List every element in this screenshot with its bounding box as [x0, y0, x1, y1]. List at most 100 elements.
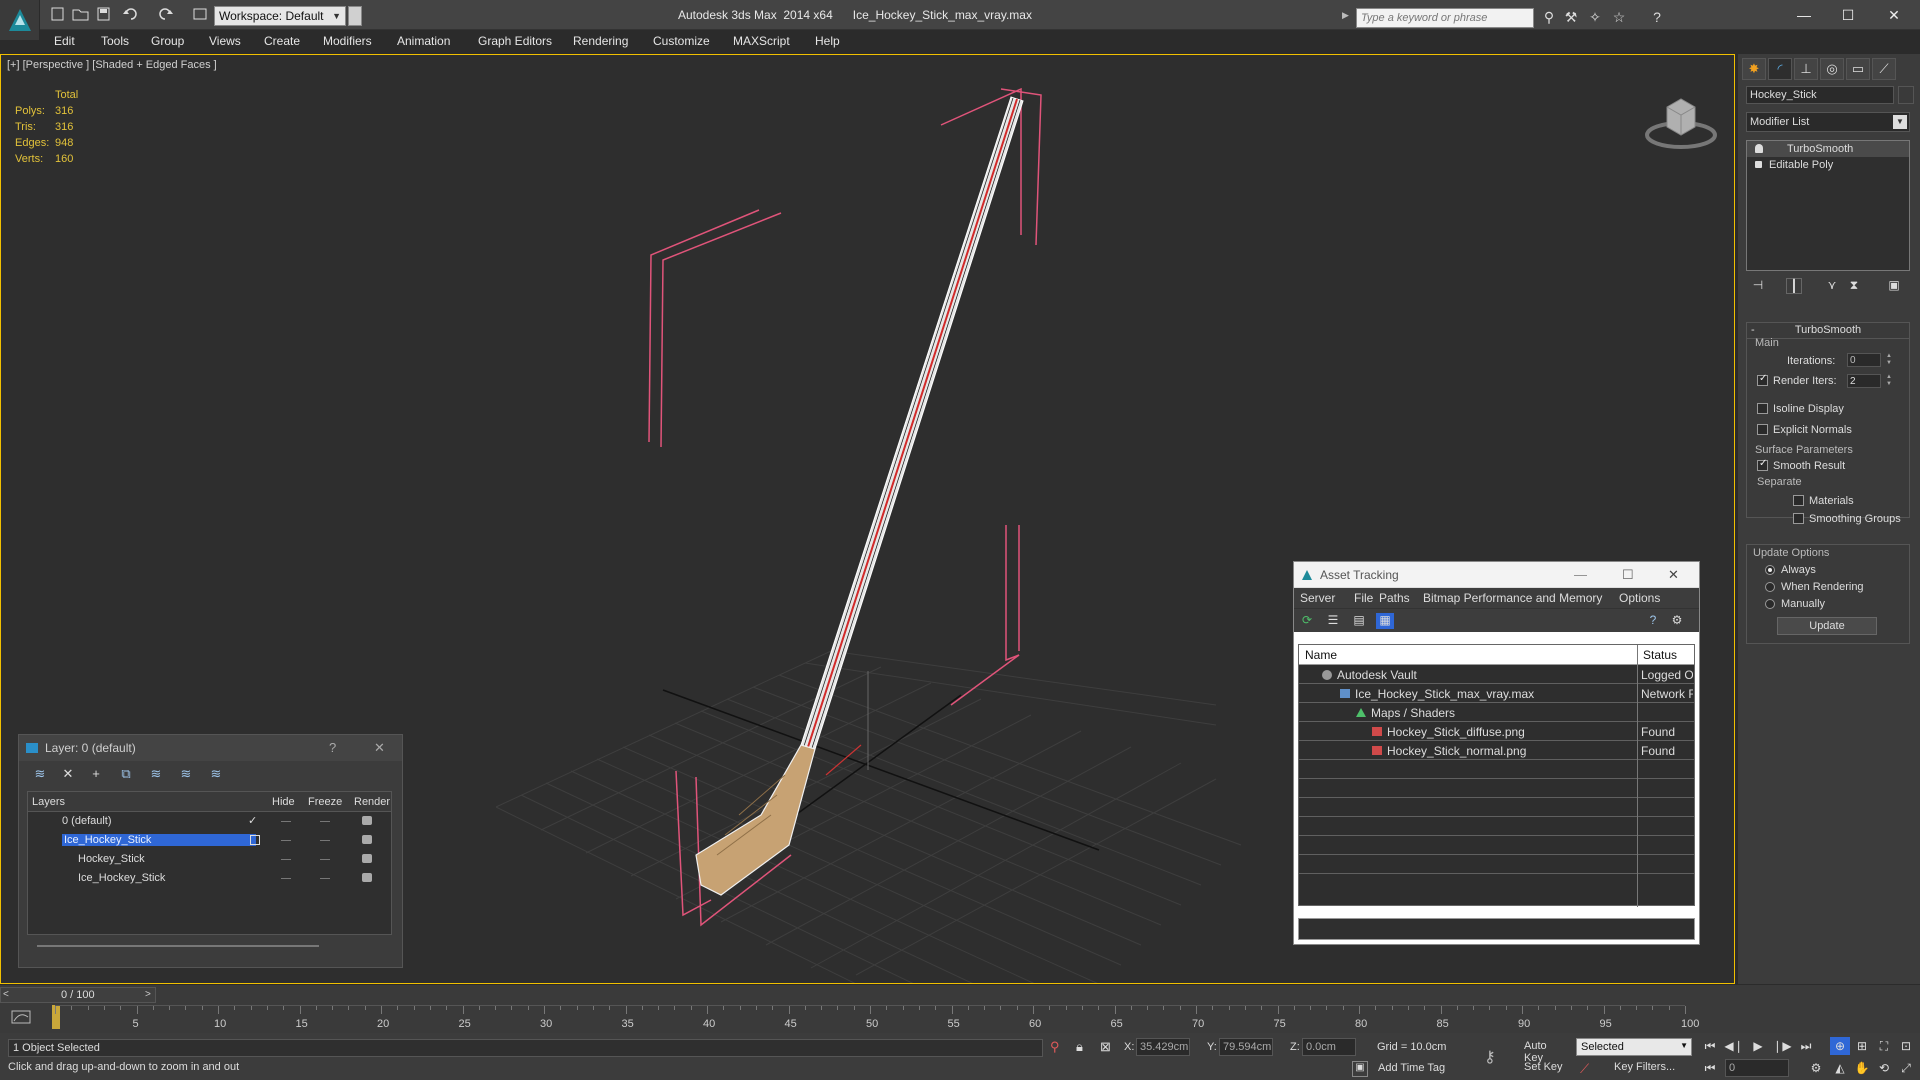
render-iters-spinner[interactable]: 2 — [1847, 374, 1881, 388]
time-tag-icon[interactable]: ▣ — [1352, 1061, 1368, 1077]
favorites-star-icon[interactable]: ☆ — [1610, 9, 1628, 25]
freeze-toggle[interactable] — [320, 821, 330, 822]
render-iters-checkbox[interactable] — [1757, 373, 1768, 386]
isolate-selection-icon[interactable]: ⚲ — [1050, 1039, 1060, 1055]
layer-window-titlebar[interactable]: Layer: 0 (default) ? ✕ — [19, 735, 402, 761]
absolute-mode-icon[interactable]: ⊠ — [1100, 1039, 1111, 1055]
zoom-extents-all-icon[interactable]: ⊡ — [1896, 1037, 1916, 1055]
viewport-label[interactable]: [+] [Perspective ] [Shaded + Edged Faces… — [7, 59, 217, 71]
app-logo-icon[interactable] — [0, 0, 40, 40]
layer-row[interactable]: Ice_Hockey_Stick — [28, 869, 391, 888]
undo-icon[interactable] — [122, 7, 140, 23]
next-frame-icon[interactable]: ❘▶ — [1772, 1037, 1792, 1055]
hierarchy-tab-icon[interactable]: ⊥ — [1794, 58, 1818, 80]
explicit-normals-checkbox[interactable] — [1757, 424, 1768, 435]
close-icon[interactable]: ✕ — [1668, 567, 1679, 583]
menu-animation[interactable]: Animation — [397, 34, 450, 48]
help-icon[interactable]: ? — [1648, 9, 1666, 25]
object-color-swatch[interactable] — [1898, 86, 1914, 104]
close-button[interactable]: ✕ — [1872, 4, 1916, 26]
maximize-button[interactable]: ☐ — [1826, 4, 1870, 26]
menu-rendering[interactable]: Rendering — [573, 34, 628, 48]
select-objects-icon[interactable]: ⧉ — [117, 766, 135, 782]
lightbulb-icon[interactable] — [1755, 144, 1763, 153]
binoculars-icon[interactable]: ⚲ — [1540, 9, 1558, 25]
freeze-toggle[interactable] — [320, 840, 330, 841]
key-filters-button[interactable]: Key Filters... — [1608, 1059, 1692, 1077]
settings-icon[interactable]: ⚙ — [1668, 613, 1686, 629]
set-key-button[interactable]: Set Key — [1520, 1059, 1570, 1077]
go-to-end-icon[interactable]: ⏭ — [1796, 1037, 1816, 1055]
motion-tab-icon[interactable]: ◎ — [1820, 58, 1844, 80]
asset-tracking-window[interactable]: Asset Tracking — ☐ ✕ Server File Paths B… — [1293, 561, 1700, 945]
prev-frame-arrow[interactable]: < — [3, 989, 9, 1000]
refresh-icon[interactable]: ⟳ — [1298, 613, 1316, 629]
z-coordinate-field[interactable]: 0.0cm — [1302, 1038, 1356, 1056]
open-file-icon[interactable] — [72, 7, 90, 23]
current-layer-check-icon[interactable]: ✓ — [248, 814, 257, 827]
freeze-all-layers-icon[interactable]: ≋ — [207, 766, 225, 782]
render-teapot-icon[interactable] — [362, 835, 372, 844]
key-icon[interactable]: ⚷ — [1484, 1047, 1514, 1066]
horizontal-scrollbar[interactable] — [37, 945, 319, 947]
make-unique-icon[interactable]: ⋎ — [1824, 278, 1840, 294]
trackbar[interactable]: 5 10 15 20 25 30 35 40 45 50 55 60 65 70 75 80 85 90 95 100 — [55, 1005, 1699, 1031]
zoom-all-icon[interactable]: ⊞ — [1852, 1037, 1872, 1055]
layer-row[interactable]: Hockey_Stick — [28, 850, 391, 869]
manually-radio[interactable] — [1765, 599, 1775, 609]
menu-graph-editors[interactable]: Graph Editors — [478, 34, 552, 48]
delete-layer-icon[interactable]: ✕ — [59, 766, 77, 782]
asset-menu-file[interactable]: File — [1354, 591, 1373, 605]
iterations-spinner[interactable]: 0 — [1847, 353, 1881, 367]
asset-row[interactable]: Maps / Shaders — [1299, 703, 1694, 722]
highlight-layer-icon[interactable]: ≋ — [147, 766, 165, 782]
create-layer-icon[interactable]: ≋ — [31, 766, 49, 782]
selection-lock-icon[interactable]: 🔒︎ — [1076, 1039, 1083, 1055]
render-teapot-icon[interactable] — [362, 816, 372, 825]
column-hide[interactable]: Hide — [272, 796, 295, 808]
menu-edit[interactable]: Edit — [54, 34, 75, 48]
layer-row[interactable]: Ice_Hockey_Stick — [28, 831, 391, 850]
help-icon[interactable]: ? — [329, 740, 336, 755]
layer-row[interactable]: 0 (default) ✓ — [28, 812, 391, 831]
configure-modifier-sets-icon[interactable]: ▣ — [1886, 278, 1902, 294]
auto-key-button[interactable]: Auto Key — [1520, 1038, 1570, 1064]
play-icon[interactable]: ▶ — [1748, 1037, 1768, 1055]
when-rendering-radio[interactable] — [1765, 582, 1775, 592]
table-view-icon[interactable]: ▤ — [1350, 613, 1368, 629]
layer-explorer-window[interactable]: Layer: 0 (default) ? ✕ ≋ ✕ + ⧉ ≋ ≋ ≋ Lay… — [18, 734, 403, 968]
grid-view-icon[interactable]: ▦ — [1376, 613, 1394, 629]
asset-row[interactable]: Hockey_Stick_normal.png Found — [1299, 741, 1694, 760]
utilities-tab-icon[interactable]: ⟋ — [1872, 58, 1896, 80]
list-view-icon[interactable]: ☰ — [1324, 613, 1342, 629]
key-set-dropdown[interactable]: Selected ▼ — [1576, 1038, 1692, 1056]
menu-customize[interactable]: Customize — [653, 34, 710, 48]
display-tab-icon[interactable]: ▭ — [1846, 58, 1870, 80]
asset-menu-server[interactable]: Server — [1300, 591, 1335, 605]
column-divider[interactable] — [1637, 645, 1638, 907]
always-radio[interactable] — [1765, 565, 1775, 575]
spinner-arrows-icon[interactable]: ▲ ▼ — [1885, 374, 1893, 388]
freeze-toggle[interactable] — [320, 878, 330, 879]
project-folder-icon[interactable] — [192, 7, 210, 23]
field-of-view-icon[interactable]: ◭ — [1830, 1059, 1850, 1077]
minimize-button[interactable]: — — [1782, 4, 1826, 26]
update-button[interactable]: Update — [1777, 617, 1877, 635]
asset-row[interactable]: Autodesk Vault Logged O — [1299, 665, 1694, 684]
column-name[interactable]: Name — [1305, 648, 1337, 662]
render-teapot-icon[interactable] — [362, 854, 372, 863]
render-teapot-icon[interactable] — [362, 873, 372, 882]
key-mode-icon[interactable]: ⏮ — [1700, 1059, 1720, 1077]
maximize-icon[interactable]: ☐ — [1622, 567, 1634, 583]
stack-item-editable-poly[interactable]: Editable Poly — [1747, 157, 1909, 173]
hide-toggle[interactable] — [281, 840, 291, 841]
asset-row[interactable]: Hockey_Stick_diffuse.png Found — [1299, 722, 1694, 741]
asset-row[interactable]: Ice_Hockey_Stick_max_vray.max Network F — [1299, 684, 1694, 703]
show-end-result-icon[interactable]: ┃ — [1786, 278, 1802, 294]
subscription-icon[interactable]: ⚒ — [1562, 9, 1580, 25]
workspace-options-button[interactable] — [348, 6, 362, 26]
x-coordinate-field[interactable]: 35.429cm — [1136, 1038, 1190, 1056]
set-current-box[interactable] — [250, 835, 260, 845]
asset-menu-bitmap[interactable]: Bitmap Performance and Memory — [1423, 591, 1602, 605]
default-tangents-icon[interactable]: ⟋ — [1580, 1061, 1589, 1077]
